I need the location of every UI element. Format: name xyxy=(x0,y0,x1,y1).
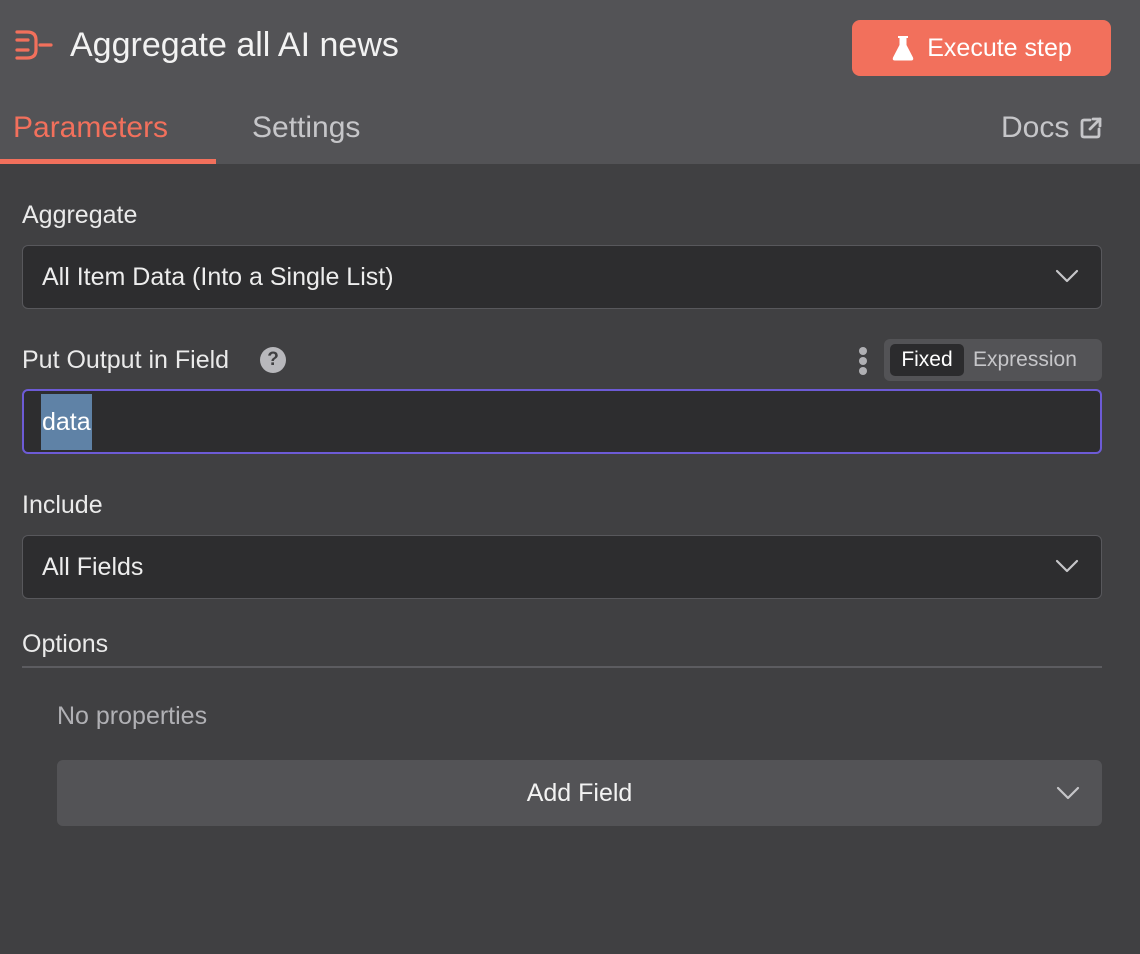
docs-label: Docs xyxy=(1001,111,1070,144)
add-field-label: Add Field xyxy=(526,779,633,807)
mode-expression-button[interactable]: Expression xyxy=(973,344,1077,376)
add-field-button[interactable]: Add Field xyxy=(57,760,1102,826)
external-link-icon xyxy=(1080,117,1102,139)
execute-step-label: Execute step xyxy=(927,33,1072,62)
chevron-down-icon xyxy=(1056,786,1080,800)
node-header: Aggregate all AI news Execute step Param… xyxy=(0,0,1140,164)
options-title: Options xyxy=(22,630,109,658)
include-value: All Fields xyxy=(42,553,144,581)
include-select[interactable]: All Fields xyxy=(22,535,1102,599)
aggregate-icon xyxy=(15,30,53,60)
options-divider xyxy=(22,666,1102,668)
aggregate-label: Aggregate xyxy=(22,201,138,229)
flask-icon xyxy=(892,36,914,61)
aggregate-select[interactable]: All Item Data (Into a Single List) xyxy=(22,245,1102,309)
include-label: Include xyxy=(22,491,103,519)
fixed-expression-toggle: Fixed Expression xyxy=(884,339,1102,381)
chevron-down-icon xyxy=(1055,559,1079,573)
more-options-icon[interactable] xyxy=(852,346,874,376)
active-tab-indicator xyxy=(0,159,216,164)
output-field-input[interactable]: data xyxy=(22,389,1102,454)
execute-step-button[interactable]: Execute step xyxy=(852,20,1111,76)
question-circle-icon[interactable]: ? xyxy=(260,347,286,373)
no-properties-text: No properties xyxy=(57,702,208,730)
mode-fixed-button[interactable]: Fixed xyxy=(890,344,964,376)
docs-link[interactable]: Docs xyxy=(1001,108,1103,148)
tab-parameters[interactable]: Parameters xyxy=(13,108,168,148)
output-field-label: Put Output in Field xyxy=(22,346,230,374)
node-title: Aggregate all AI news xyxy=(70,26,399,64)
tab-settings[interactable]: Settings xyxy=(252,108,360,148)
output-field-value: data xyxy=(41,394,92,450)
aggregate-value: All Item Data (Into a Single List) xyxy=(42,263,394,291)
chevron-down-icon xyxy=(1055,269,1079,283)
